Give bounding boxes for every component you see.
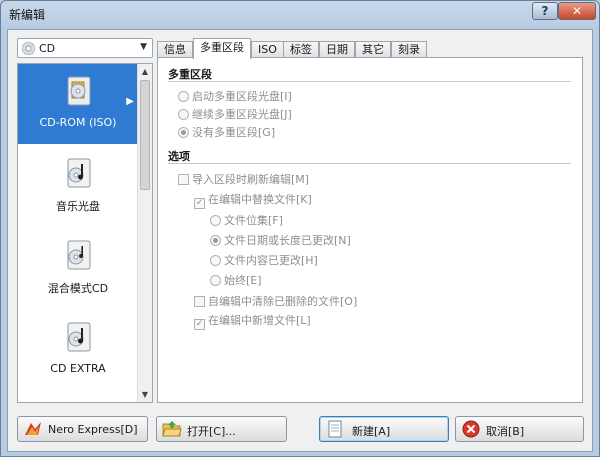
tab-misc[interactable]: 其它 (355, 41, 391, 58)
file-bitset-label: 文件位集[F] (224, 214, 283, 227)
cancel-icon (462, 420, 480, 438)
tab-label[interactable]: 标签 (283, 41, 319, 58)
replace-files-label: 在编辑中替换文件[K] (208, 193, 312, 206)
options-heading: 选项 (168, 150, 190, 163)
title-bar: 新编辑 ? ✕ (1, 1, 599, 25)
window-title: 新编辑 (9, 8, 46, 22)
replace-files-checkbox[interactable]: ✓ 在编辑中替换文件[K] (194, 191, 312, 209)
tab-info[interactable]: 信息 (157, 41, 193, 58)
disc-type-dropdown[interactable]: CD ▼ (17, 38, 153, 58)
radio-indicator (210, 215, 221, 226)
multisession-panel: 多重区段 启动多重区段光盘[I] 继续多重区段光盘[J] 没有多重区段[G] 选… (157, 57, 583, 403)
radio-indicator-selected (210, 235, 221, 246)
start-multisession-radio[interactable]: 启动多重区段光盘[I] (178, 88, 292, 104)
disc-icon (22, 42, 35, 55)
start-multisession-label: 启动多重区段光盘[I] (192, 90, 292, 103)
open-label: 打开[C]... (187, 425, 236, 438)
content-changed-radio[interactable]: 文件内容已更改[H] (210, 252, 318, 268)
cat-label-music: 音乐光盘 (56, 200, 100, 213)
always-radio[interactable]: 始终[E] (210, 272, 262, 288)
tab-burn[interactable]: 刻录 (391, 41, 427, 58)
add-new-files-label: 在编辑中新增文件[L] (208, 314, 311, 327)
checkbox-indicator (178, 174, 189, 185)
list-scrollbar[interactable]: ▲ ▼ (137, 64, 152, 402)
new-compilation-window: 新编辑 ? ✕ CD ▼ CD-ROM (ISO) ▶ 音乐光盘 混合模式CD … (0, 0, 600, 457)
divider (168, 81, 571, 82)
radio-indicator (178, 109, 189, 120)
import-refresh-checkbox[interactable]: 导入区段时刷新编辑[M] (178, 171, 309, 187)
cat-label-cd-extra: CD EXTRA (50, 362, 106, 375)
check-icon: ✓ (194, 319, 205, 330)
music-disc-icon (67, 158, 91, 188)
scroll-down-icon[interactable]: ▼ (138, 387, 152, 402)
cancel-label: 取消[B] (486, 425, 525, 438)
no-multisession-radio[interactable]: 没有多重区段[G] (178, 124, 275, 140)
continue-multisession-radio[interactable]: 继续多重区段光盘[J] (178, 106, 292, 122)
new-document-icon (328, 420, 342, 438)
mixed-mode-icon (67, 240, 91, 270)
tab-date[interactable]: 日期 (319, 41, 355, 58)
radio-indicator (210, 255, 221, 266)
list-item-music-disc[interactable]: 音乐光盘 (18, 146, 138, 226)
open-button[interactable]: 打开[C]... (156, 416, 287, 442)
always-label: 始终[E] (224, 274, 262, 287)
disc-type-value: CD (39, 42, 56, 55)
help-button[interactable]: ? (532, 2, 558, 20)
cat-label-mixed: 混合模式CD (47, 282, 109, 295)
date-or-size-changed-label: 文件日期或长度已更改[N] (224, 234, 351, 247)
selected-arrow-icon: ▶ (126, 96, 134, 107)
cd-rom-icon (67, 76, 91, 106)
remove-deleted-label: 自编辑中清除已删除的文件[O] (208, 295, 358, 308)
checkbox-indicator (194, 296, 205, 307)
multisession-heading: 多重区段 (168, 68, 212, 81)
radio-indicator (178, 91, 189, 102)
compilation-type-list[interactable]: CD-ROM (ISO) ▶ 音乐光盘 混合模式CD CD EXTRA ▲ ▼ (17, 63, 153, 403)
list-item-cd-rom-iso[interactable]: CD-ROM (ISO) ▶ (18, 64, 138, 144)
add-new-files-checkbox[interactable]: ✓ 在编辑中新增文件[L] (194, 312, 311, 330)
tab-multisession[interactable]: 多重区段 (193, 38, 251, 59)
import-refresh-label: 导入区段时刷新编辑[M] (192, 173, 310, 186)
file-bitset-radio[interactable]: 文件位集[F] (210, 212, 283, 228)
list-item-partial[interactable] (18, 392, 138, 402)
chevron-down-icon: ▼ (140, 42, 147, 52)
close-button[interactable]: ✕ (558, 2, 596, 20)
nero-express-button[interactable]: Nero Express[D] (17, 416, 148, 442)
new-button[interactable]: 新建[A] (319, 416, 449, 442)
list-item-mixed-mode[interactable]: 混合模式CD (18, 228, 138, 308)
no-multisession-label: 没有多重区段[G] (192, 126, 276, 139)
nero-logo-icon (25, 422, 41, 435)
new-label: 新建[A] (352, 425, 391, 438)
continue-multisession-label: 继续多重区段光盘[J] (192, 108, 292, 121)
folder-open-icon (162, 421, 182, 437)
scroll-thumb[interactable] (140, 80, 150, 190)
cd-extra-icon (67, 322, 91, 352)
radio-indicator (210, 275, 221, 286)
cancel-button[interactable]: 取消[B] (455, 416, 584, 442)
radio-indicator-selected (178, 127, 189, 138)
content-changed-label: 文件内容已更改[H] (224, 254, 318, 267)
list-item-cd-extra[interactable]: CD EXTRA (18, 310, 138, 390)
nero-express-label: Nero Express[D] (48, 423, 138, 436)
date-or-size-changed-radio[interactable]: 文件日期或长度已更改[N] (210, 232, 351, 248)
remove-deleted-checkbox[interactable]: 自编辑中清除已删除的文件[O] (194, 293, 357, 309)
divider (168, 163, 571, 164)
scroll-up-icon[interactable]: ▲ (138, 64, 152, 79)
dialog-client-area: CD ▼ CD-ROM (ISO) ▶ 音乐光盘 混合模式CD CD EXTRA… (7, 29, 593, 452)
cat-label-cd-rom: CD-ROM (ISO) (39, 116, 117, 129)
check-icon: ✓ (194, 198, 205, 209)
tab-iso[interactable]: ISO (251, 41, 284, 58)
